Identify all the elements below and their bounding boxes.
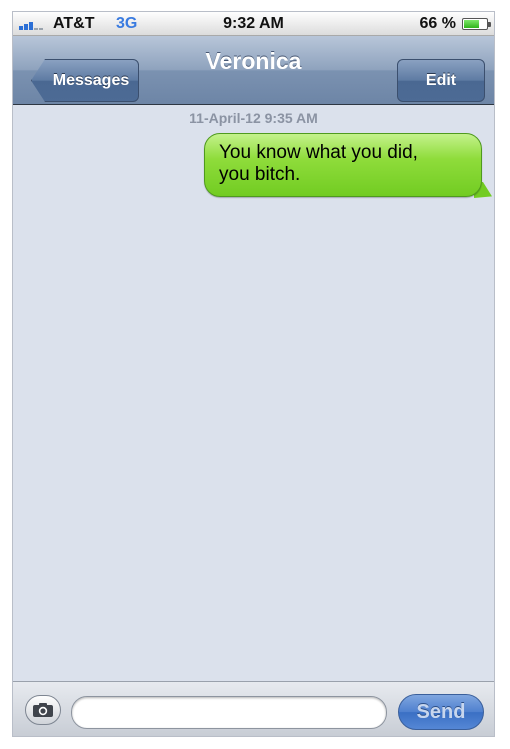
battery-percent: 66 % <box>419 15 456 32</box>
battery-icon <box>462 18 491 30</box>
send-button[interactable]: Send <box>398 694 484 730</box>
message-input-bar: Send <box>13 681 494 736</box>
status-bar: AT&T 3G 9:32 AM 66 % <box>13 12 494 36</box>
navigation-bar: Messages Veronica Edit <box>13 36 494 105</box>
message-timestamp: 11-April-12 9:35 AM <box>189 110 318 126</box>
camera-icon <box>33 703 53 717</box>
edit-button[interactable]: Edit <box>397 59 485 102</box>
edit-button-label: Edit <box>425 71 457 89</box>
message-line: You know what you did, <box>219 142 418 163</box>
outgoing-message-bubble[interactable]: You know what you did, you bitch. <box>204 133 482 197</box>
message-line: you bitch. <box>219 164 301 185</box>
phone-screen: AT&T 3G 9:32 AM 66 % Messages Veronica E… <box>12 11 495 737</box>
message-text-field[interactable] <box>71 696 387 729</box>
send-button-label: Send <box>416 700 466 723</box>
camera-button[interactable] <box>25 695 61 725</box>
battery-level <box>464 20 479 28</box>
